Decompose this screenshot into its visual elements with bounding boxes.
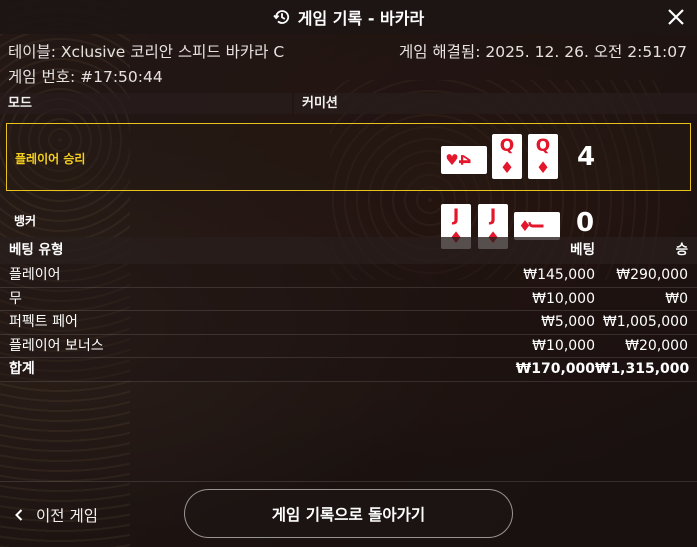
banker-card-3: ♦ J — [514, 212, 560, 240]
table-row: 무 ₩10,000 ₩0 — [0, 287, 697, 311]
title-bar: 게임 기록 - 바카라 — [0, 0, 697, 34]
back-to-history-button[interactable]: 게임 기록으로 돌아가기 — [184, 489, 513, 538]
table-row: 퍼펙트 페어 ₩5,000 ₩1,005,000 — [0, 311, 697, 335]
chevron-left-icon — [15, 509, 23, 521]
table-name: 테이블: Xclusive 코리안 스피드 바카라 C — [8, 43, 285, 61]
total-row: 합계 ₩170,000 ₩1,315,000 — [0, 358, 697, 382]
mode-row: 모드 커미션 — [0, 93, 697, 114]
win-amount-header: 승 — [675, 242, 688, 258]
history-icon — [273, 8, 291, 26]
banker-outcome-label: 뱅커 — [14, 214, 37, 228]
mode-label: 모드 — [0, 93, 292, 114]
game-info: 테이블: Xclusive 코리안 스피드 바카라 C 게임 번호: #17:5… — [8, 40, 284, 90]
player-card-3: Q ♦ — [528, 134, 558, 179]
banker-score: 0 — [576, 208, 595, 238]
game-number: 게임 번호: #17:50:44 — [8, 68, 163, 86]
player-outcome-label: 플레이어 승리 — [15, 152, 86, 166]
bets-header-row: 베팅 유형 베팅 승 — [0, 237, 697, 264]
bets-table: 베팅 유형 베팅 승 플레이어 ₩145,000 ₩290,000 무 ₩10,… — [0, 237, 697, 382]
resolved-time: 게임 해결됨: 2025. 12. 26. 오전 2:51:07 — [398, 43, 687, 61]
window-title: 게임 기록 - 바카라 — [297, 9, 425, 28]
bet-amount-header: 베팅 — [570, 242, 595, 258]
close-icon — [668, 9, 684, 25]
player-card-2: Q ♦ — [492, 134, 522, 179]
table-row: 플레이어 ₩145,000 ₩290,000 — [0, 264, 697, 288]
mode-value: 커미션 — [294, 93, 697, 114]
player-score: 4 — [577, 142, 596, 172]
previous-game-button[interactable]: 이전 게임 — [14, 504, 98, 526]
table-row: 플레이어 보너스 ₩10,000 ₩20,000 — [0, 334, 697, 358]
player-outcome: 플레이어 승리 ♥ 4 Q ♦ Q ♦ 4 — [6, 123, 691, 191]
close-button[interactable] — [663, 4, 689, 30]
footer: 이전 게임 게임 기록으로 돌아가기 — [0, 481, 697, 547]
bet-type-header: 베팅 유형 — [9, 242, 64, 258]
player-card-1: ♥ 4 — [441, 146, 487, 174]
previous-game-label: 이전 게임 — [36, 507, 98, 525]
